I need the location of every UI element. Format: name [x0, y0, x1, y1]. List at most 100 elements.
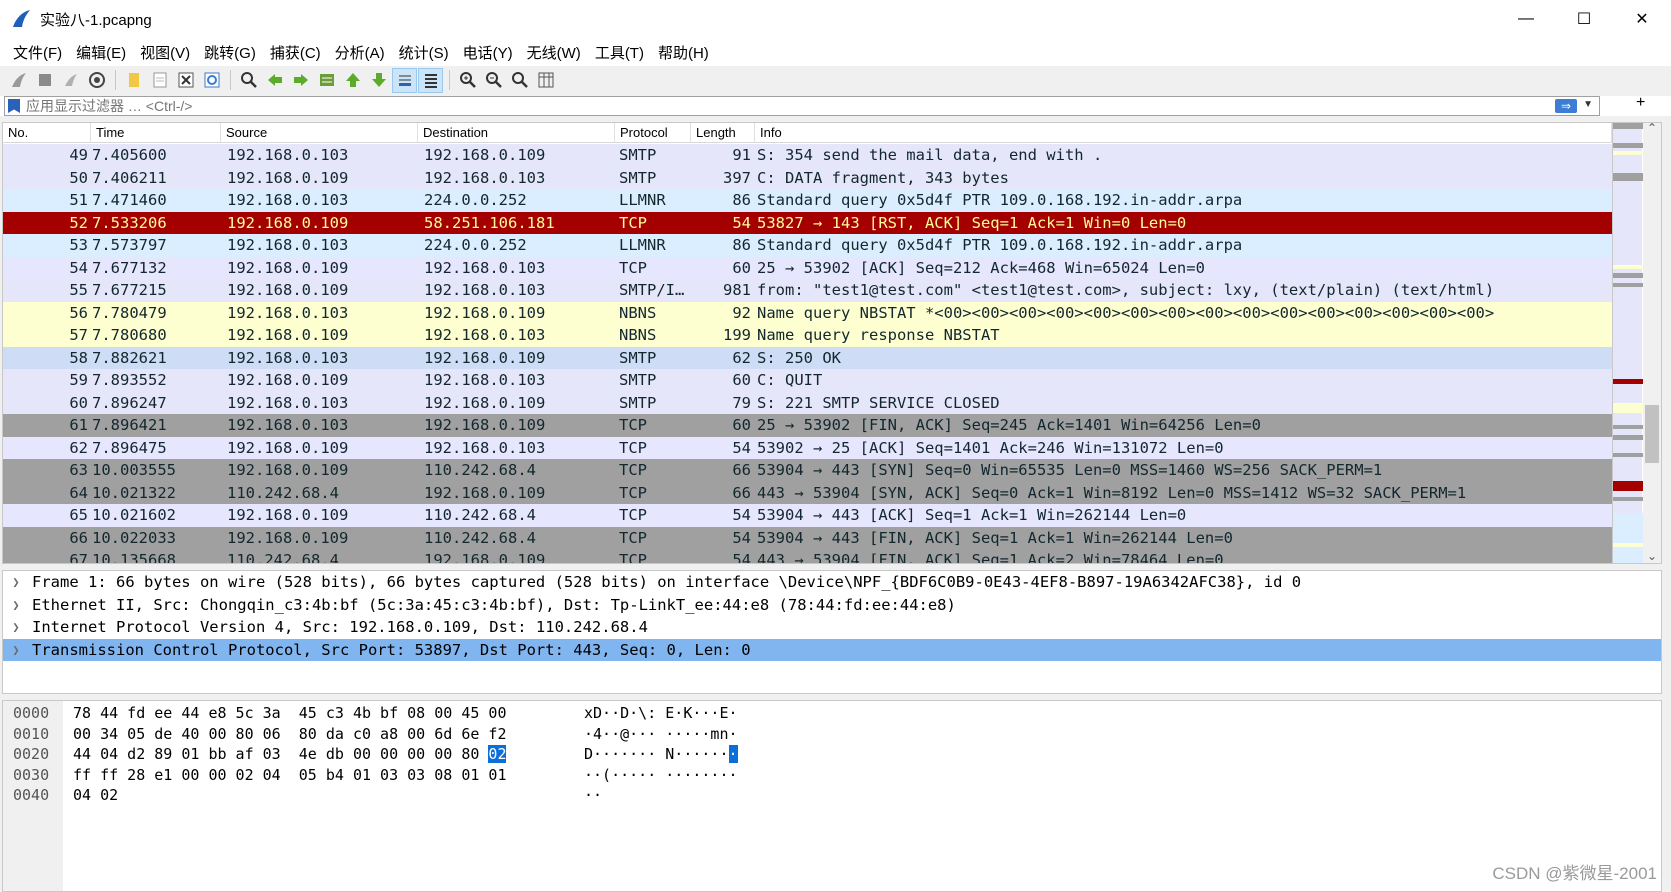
menu-tools[interactable]: 工具(T) — [588, 42, 651, 63]
detail-tree-row[interactable]: ❯ Transmission Control Protocol, Src Port… — [3, 638, 1661, 662]
ascii-bytes[interactable]: ··(····· ········ — [584, 765, 738, 786]
zoom-in-icon[interactable] — [455, 68, 480, 93]
close-file-icon[interactable] — [173, 68, 198, 93]
packet-row[interactable]: 52 7.533206 192.168.0.109 58.251.106.181 TCP… — [3, 211, 1612, 234]
menu-file[interactable]: 文件(F) — [6, 42, 69, 63]
menu-help[interactable]: 帮助(H) — [651, 42, 716, 63]
packet-row[interactable]: 51 7.471460 192.168.0.103 224.0.0.252 LLMNR 8… — [3, 189, 1612, 212]
packet-row[interactable]: 59 7.893552 192.168.0.109 192.168.0.103 SMTP… — [3, 369, 1612, 392]
resize-columns-icon[interactable] — [533, 68, 558, 93]
colorize-icon[interactable] — [418, 67, 443, 93]
packet-row[interactable]: 65 10.021602 192.168.0.109 110.242.68.4 TCP 5… — [3, 504, 1612, 527]
detail-tree-label: Frame 1: 66 bytes on wire (528 bits), 66… — [32, 573, 1302, 591]
display-filter-input[interactable] — [26, 98, 1476, 114]
expand-chevron-icon[interactable]: ❯ — [3, 616, 29, 639]
column-header-info[interactable]: Info — [755, 123, 1612, 142]
column-header-no[interactable]: No. — [3, 123, 91, 142]
packet-row[interactable]: 62 7.896475 192.168.0.109 192.168.0.103 TCP 5… — [3, 436, 1612, 459]
hex-bytes[interactable]: ff ff 28 e1 00 00 02 04 05 b4 01 03 03 0… — [73, 765, 506, 786]
packet-row[interactable]: 50 7.406211 192.168.0.109 192.168.0.103 SMTP… — [3, 166, 1612, 189]
expand-chevron-icon[interactable]: ❯ — [3, 594, 29, 617]
ascii-bytes[interactable]: xD··D·\: E·K···E· — [584, 703, 738, 724]
menu-telephony[interactable]: 电话(Y) — [456, 42, 520, 63]
open-folder-icon[interactable] — [121, 68, 146, 93]
detail-tree-label: Ethernet II, Src: Chongqin_c3:4b:bf (5c:… — [32, 595, 956, 614]
packet-no: 51 — [69, 191, 88, 209]
packet-list-header: No. Time Source Destination Protocol Len… — [3, 123, 1612, 143]
options-gear-icon[interactable] — [84, 68, 109, 93]
close-button[interactable]: ✕ — [1613, 0, 1671, 38]
hex-bytes[interactable]: 00 34 05 de 40 00 80 06 80 da c0 a8 00 6… — [73, 724, 506, 745]
packet-row[interactable]: 49 7.405600 192.168.0.103 192.168.0.109 SMTP… — [3, 144, 1612, 167]
hex-bytes[interactable]: 78 44 fd ee 44 e8 5c 3a 45 c3 4b bf 08 0… — [73, 703, 506, 724]
packet-info: 25 → 53902 [FIN, ACK] Seq=245 Ack=1401 W… — [757, 416, 1261, 434]
column-header-time[interactable]: Time — [91, 123, 221, 142]
forward-arrow-icon[interactable] — [288, 68, 313, 93]
menu-capture[interactable]: 捕获(C) — [263, 42, 328, 63]
packet-row[interactable]: 63 10.003555 192.168.0.109 110.242.68.4 TCP 6… — [3, 459, 1612, 482]
column-header-protocol[interactable]: Protocol — [615, 123, 691, 142]
menu-view[interactable]: 视图(V) — [133, 42, 197, 63]
packet-source: 192.168.0.109 — [227, 506, 349, 524]
filter-dropdown-chevron-icon[interactable]: ▼ — [1583, 99, 1593, 110]
menu-go[interactable]: 跳转(G) — [197, 42, 263, 63]
maximize-button[interactable]: ☐ — [1555, 0, 1613, 38]
hex-bytes[interactable]: 04 02 — [73, 785, 118, 806]
packet-length: 60 — [732, 258, 751, 277]
detail-tree-row[interactable]: ❯ Ethernet II, Src: Chongqin_c3:4b:bf (5c… — [3, 594, 1661, 617]
scroll-down-chevron-icon[interactable]: ⌄ — [1643, 549, 1661, 563]
ascii-bytes[interactable]: ·4··@··· ·····mn· — [584, 724, 738, 745]
packet-time: 7.406211 — [92, 168, 167, 187]
packet-row[interactable]: 66 10.022033 192.168.0.109 110.242.68.4 TCP 5… — [3, 526, 1612, 549]
add-filter-button-icon[interactable]: + — [1636, 94, 1645, 112]
menu-edit[interactable]: 编辑(E) — [69, 42, 133, 63]
packet-row[interactable]: 54 7.677132 192.168.0.109 192.168.0.103 TCP 6… — [3, 256, 1612, 279]
column-header-source[interactable]: Source — [221, 123, 418, 142]
ascii-bytes[interactable]: ·· — [584, 785, 602, 806]
filter-bookmark-icon[interactable] — [8, 99, 20, 113]
menu-analyze[interactable]: 分析(A) — [328, 42, 392, 63]
packet-row[interactable]: 56 7.780479 192.168.0.103 192.168.0.109 NBNS… — [3, 301, 1612, 324]
hex-bytes[interactable]: 44 04 d2 89 01 bb af 03 4e db 00 00 00 0… — [73, 744, 507, 765]
save-file-icon[interactable] — [147, 68, 172, 93]
first-packet-icon[interactable] — [340, 68, 365, 93]
menu-statistics[interactable]: 统计(S) — [392, 42, 456, 63]
packet-row[interactable]: 67 10.135668 110.242.68.4 192.168.0.109 TCP 5… — [3, 549, 1612, 563]
packet-no: 61 — [69, 416, 88, 434]
packet-row[interactable]: 55 7.677215 192.168.0.109 192.168.0.103 SMTP… — [3, 279, 1612, 302]
ascii-bytes[interactable]: D······· N······· — [584, 744, 738, 765]
restart-icon[interactable] — [58, 68, 83, 93]
find-icon[interactable] — [236, 68, 261, 93]
autoscroll-icon[interactable] — [392, 67, 417, 93]
stop-icon[interactable] — [32, 68, 57, 93]
zoom-normal-icon[interactable] — [507, 68, 532, 93]
packet-row[interactable]: 64 10.021322 110.242.68.4 192.168.0.109 TCP 6… — [3, 481, 1612, 504]
expand-chevron-icon[interactable]: ❯ — [3, 639, 29, 662]
expand-chevron-icon[interactable]: ❯ — [3, 571, 29, 594]
shark-fin-start-icon[interactable] — [6, 68, 31, 93]
menu-wireless[interactable]: 无线(W) — [520, 42, 588, 63]
apply-filter-arrow-icon[interactable]: ⇒ — [1555, 99, 1577, 113]
detail-tree-row[interactable]: ❯ Frame 1: 66 bytes on wire (528 bits), 6… — [3, 571, 1661, 594]
column-header-destination[interactable]: Destination — [418, 123, 615, 142]
go-to-packet-icon[interactable] — [314, 68, 339, 93]
packet-row[interactable]: 61 7.896421 192.168.0.103 192.168.0.109 TCP 6… — [3, 414, 1612, 437]
packet-row[interactable]: 60 7.896247 192.168.0.103 192.168.0.109 SMTP… — [3, 391, 1612, 414]
packet-time: 7.893552 — [92, 371, 167, 389]
column-header-length[interactable]: Length — [691, 123, 755, 142]
back-arrow-icon[interactable] — [262, 68, 287, 93]
scrollbar-thumb[interactable] — [1645, 405, 1659, 463]
packet-row[interactable]: 58 7.882621 192.168.0.103 192.168.0.109 SMTP… — [3, 346, 1612, 369]
reload-icon[interactable] — [199, 68, 224, 93]
packet-length: 54 — [732, 213, 751, 232]
scroll-up-chevron-icon[interactable]: ⌃ — [1643, 123, 1661, 135]
packet-row[interactable]: 53 7.573797 192.168.0.103 224.0.0.252 LLMNR 8… — [3, 234, 1612, 257]
zoom-out-icon[interactable] — [481, 68, 506, 93]
minimize-button[interactable]: — — [1497, 0, 1555, 38]
last-packet-icon[interactable] — [366, 68, 391, 93]
packet-minimap[interactable] — [1612, 123, 1643, 563]
packet-list-scrollbar[interactable]: ⌃ ⌄ — [1643, 123, 1661, 563]
detail-tree-row[interactable]: ❯ Internet Protocol Version 4, Src: 192.1… — [3, 616, 1661, 639]
packet-destination: 110.242.68.4 — [424, 461, 536, 479]
packet-row[interactable]: 57 7.780680 192.168.0.109 192.168.0.103 NBNS… — [3, 324, 1612, 347]
